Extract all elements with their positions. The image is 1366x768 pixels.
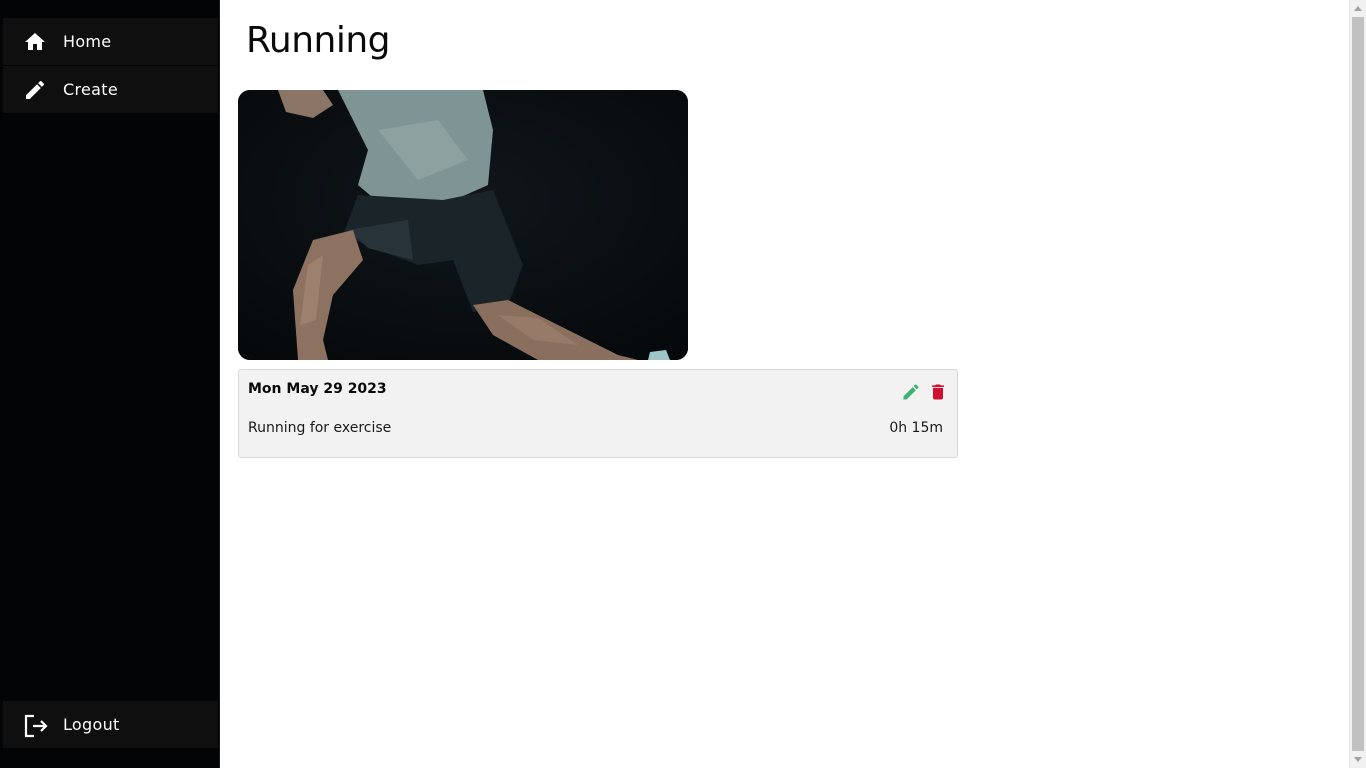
pencil-icon: [23, 78, 47, 102]
edit-button[interactable]: [901, 382, 921, 402]
sidebar-item-label: Create: [63, 80, 118, 99]
entry-date: Mon May 29 2023: [248, 381, 387, 397]
pencil-icon: [903, 384, 919, 400]
trash-icon: [932, 384, 944, 400]
main-content: Running Mon May 29 2023 Running for exer…: [220, 0, 1349, 768]
sidebar: Home Create Logout: [0, 0, 220, 768]
scroll-up-arrow-icon[interactable]: [1354, 6, 1362, 11]
scrollbar-thumb[interactable]: [1352, 17, 1364, 751]
logout-label: Logout: [63, 715, 120, 734]
sidebar-item-label: Home: [63, 32, 112, 51]
entry-duration: 0h 15m: [889, 420, 943, 436]
sidebar-item-create[interactable]: Create: [3, 66, 218, 113]
sidebar-item-home[interactable]: Home: [3, 18, 218, 65]
app-window: Home Create Logout Running Mon May 29 20…: [0, 0, 1366, 768]
activity-image: [238, 90, 688, 360]
logout-button[interactable]: Logout: [3, 701, 218, 748]
vertical-scrollbar[interactable]: [1349, 0, 1366, 768]
home-icon: [23, 30, 47, 54]
activity-entry-card: Mon May 29 2023 Running for exercise 0h …: [238, 369, 958, 458]
delete-button[interactable]: [928, 382, 948, 402]
logout-icon: [23, 713, 48, 738]
scroll-down-arrow-icon[interactable]: [1354, 757, 1362, 762]
entry-description: Running for exercise: [248, 420, 392, 436]
page-title: Running: [246, 20, 391, 61]
